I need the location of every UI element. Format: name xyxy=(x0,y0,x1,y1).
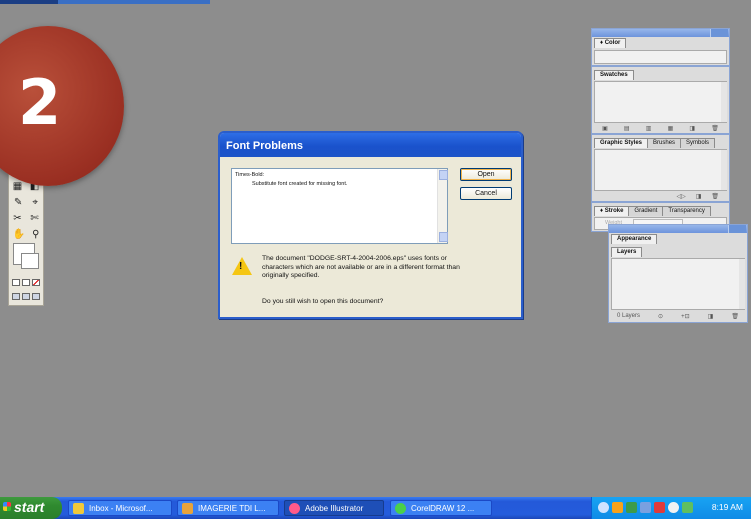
windows-logo-icon xyxy=(3,502,11,511)
tray-monitor-icon[interactable] xyxy=(640,502,651,513)
tab-stroke[interactable]: ♦ Stroke xyxy=(594,206,630,216)
system-tray: 8:19 AM xyxy=(591,497,751,519)
warning-icon-mark: ! xyxy=(239,261,243,272)
graphic-styles-scrollbar[interactable] xyxy=(721,150,727,190)
color-panel-content xyxy=(594,50,727,64)
swatches-panel: Swatches ▣ ▤ ▥ ▦ ◨ 🗑 xyxy=(591,66,730,134)
new-style-icon[interactable]: ◨ xyxy=(696,193,702,200)
missing-font-detail: Substitute font created for missing font… xyxy=(252,181,348,187)
font-problems-dialog: Font Problems Times-Bold: Substitute fon… xyxy=(218,131,523,319)
tab-graphic-styles[interactable]: Graphic Styles xyxy=(594,138,649,148)
appearance-layers-panel: Appearance Layers 0 Layers ⊙ +⊡ ◨ 🗑 xyxy=(608,224,748,323)
top-window-strip xyxy=(0,0,210,4)
tab-symbols[interactable]: Symbols xyxy=(680,138,716,148)
swatch-libraries-icon[interactable]: ▣ xyxy=(602,125,608,132)
eyedropper-tool-icon[interactable]: ✎ xyxy=(14,198,22,208)
task-label: IMAGERIE TDI L... xyxy=(198,504,266,513)
tray-panda-icon[interactable] xyxy=(668,502,679,513)
delete-style-icon[interactable]: 🗑 xyxy=(711,193,719,200)
slice-tool-icon[interactable]: ✂ xyxy=(13,214,21,224)
task-label: Inbox - Microsof... xyxy=(89,504,153,513)
dialog-title[interactable]: Font Problems xyxy=(220,133,521,157)
tools-panel: ▦ ◧ ✎ ⌖ ✂ ✄ ✋ ⚲ xyxy=(8,174,44,306)
cancel-button[interactable]: Cancel xyxy=(460,187,512,200)
layers-list[interactable] xyxy=(611,258,745,310)
delete-swatch-icon[interactable]: 🗑 xyxy=(711,125,719,132)
tab-brushes[interactable]: Brushes xyxy=(647,138,682,148)
taskbar-item-inbox[interactable]: Inbox - Microsof... xyxy=(68,500,172,516)
graphic-styles-footer: ◁▷ ◨ 🗑 xyxy=(594,192,727,200)
step-number: 2 xyxy=(18,66,61,139)
tab-color[interactable]: ♦ Color xyxy=(594,38,627,48)
color-mode-buttons xyxy=(12,279,40,286)
taskbar-item-coreldraw[interactable]: CorelDRAW 12 ... xyxy=(390,500,492,516)
tray-volume-icon[interactable] xyxy=(682,502,693,513)
gradient-mode-icon[interactable] xyxy=(22,279,30,286)
layers-footer: 0 Layers ⊙ +⊡ ◨ 🗑 xyxy=(611,312,745,320)
step-badge: 2 xyxy=(0,26,124,186)
swatches-footer: ▣ ▤ ▥ ▦ ◨ 🗑 xyxy=(594,124,727,132)
warning-message: The document "DODGE-SRT-4-2004-2006.eps"… xyxy=(262,255,460,279)
tab-gradient[interactable]: Gradient xyxy=(628,206,664,216)
taskbar-item-imagerie[interactable]: IMAGERIE TDI L... xyxy=(177,500,279,516)
standard-screen-icon[interactable] xyxy=(12,293,20,300)
new-swatch-icon[interactable]: ◨ xyxy=(689,125,695,132)
layers-scrollbar[interactable] xyxy=(739,259,745,309)
layers-count: 0 Layers xyxy=(617,313,641,319)
imagerie-icon xyxy=(182,503,193,514)
tab-transparency[interactable]: Transparency xyxy=(662,206,711,216)
new-sublayer-icon[interactable]: +⊡ xyxy=(681,313,690,320)
task-label: Adobe Illustrator xyxy=(305,504,364,513)
start-button[interactable]: start xyxy=(0,497,62,519)
panel-grip-2[interactable] xyxy=(609,225,747,233)
tab-swatches[interactable]: Swatches xyxy=(594,70,634,80)
break-link-icon[interactable]: ◁▷ xyxy=(676,193,685,200)
panel-close-icon[interactable] xyxy=(710,29,728,37)
open-question: Do you still wish to open this document? xyxy=(262,298,384,305)
show-color-icon[interactable]: ▥ xyxy=(646,125,652,132)
start-label: start xyxy=(14,499,45,515)
screen-mode-buttons xyxy=(12,293,40,300)
graphic-styles-panel: Graphic Styles Brushes Symbols ◁▷ ◨ 🗑 xyxy=(591,134,730,202)
graphic-styles-list[interactable] xyxy=(594,149,727,191)
network-icon[interactable] xyxy=(598,502,609,513)
missing-font-name: Times-Bold: xyxy=(235,172,265,178)
blend-tool-icon[interactable]: ⌖ xyxy=(32,198,38,208)
tray-security-icon[interactable] xyxy=(626,502,637,513)
panel-grip[interactable] xyxy=(592,29,729,37)
scissors-tool-icon[interactable]: ✄ xyxy=(30,214,38,224)
show-gradient-icon[interactable]: ▦ xyxy=(668,125,674,132)
clock[interactable]: 8:19 AM xyxy=(712,502,743,512)
full-screen-icon[interactable] xyxy=(32,293,40,300)
outlook-icon xyxy=(73,503,84,514)
stroke-swatch[interactable] xyxy=(21,253,39,269)
dialog-body: Times-Bold: Substitute font created for … xyxy=(220,157,521,317)
coreldraw-icon xyxy=(395,503,406,514)
full-screen-menu-icon[interactable] xyxy=(22,293,30,300)
none-mode-icon[interactable] xyxy=(32,279,40,286)
swatches-grid[interactable] xyxy=(594,81,727,123)
color-mode-icon[interactable] xyxy=(12,279,20,286)
panel-close-icon-2[interactable] xyxy=(728,225,746,233)
tray-alert-icon[interactable] xyxy=(654,502,665,513)
taskbar-item-illustrator[interactable]: Adobe Illustrator xyxy=(284,500,384,516)
delete-layer-icon[interactable]: 🗑 xyxy=(731,313,739,320)
task-label: CorelDRAW 12 ... xyxy=(411,504,475,513)
message-scrollbar[interactable] xyxy=(437,169,448,243)
open-button[interactable]: Open xyxy=(460,168,512,181)
tab-appearance[interactable]: Appearance xyxy=(611,234,658,244)
hand-tool-icon[interactable]: ✋ xyxy=(13,230,25,240)
illustrator-icon xyxy=(289,503,300,514)
show-all-icon[interactable]: ▤ xyxy=(624,125,630,132)
zoom-tool-icon[interactable]: ⚲ xyxy=(32,230,39,240)
graph-tool-icon[interactable]: ▦ xyxy=(13,182,22,192)
missing-fonts-list[interactable]: Times-Bold: Substitute font created for … xyxy=(231,168,448,244)
color-panel: ♦ Color xyxy=(591,28,730,66)
taskbar: start Inbox - Microsof... IMAGERIE TDI L… xyxy=(0,497,751,519)
new-layer-icon[interactable]: ◨ xyxy=(708,313,714,320)
swatches-scrollbar[interactable] xyxy=(721,82,727,122)
tray-app-icon[interactable] xyxy=(612,502,623,513)
tab-layers[interactable]: Layers xyxy=(611,247,643,257)
make-clip-mask-icon[interactable]: ⊙ xyxy=(658,313,663,320)
